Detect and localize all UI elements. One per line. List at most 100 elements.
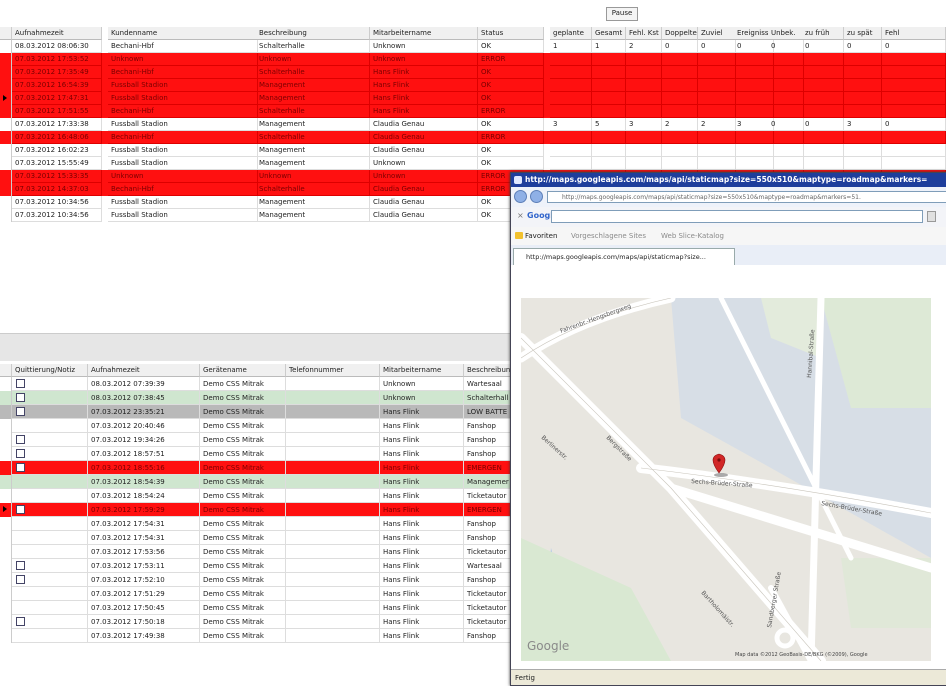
grid-cell[interactable]: Demo CSS Mitrak bbox=[200, 601, 286, 615]
grid-cell[interactable] bbox=[286, 629, 380, 643]
grid-cell[interactable] bbox=[662, 131, 698, 144]
grid-cell[interactable] bbox=[550, 79, 592, 92]
grid-cell[interactable]: 1 bbox=[592, 40, 626, 53]
grid-cell[interactable] bbox=[550, 131, 592, 144]
row-selector[interactable] bbox=[0, 144, 12, 157]
column-header[interactable]: Beschreibung bbox=[256, 27, 370, 40]
acknowledge-checkbox[interactable] bbox=[16, 379, 25, 388]
grid-cell[interactable]: Demo CSS Mitrak bbox=[200, 517, 286, 531]
grid-cell[interactable] bbox=[768, 79, 804, 92]
grid-cell[interactable]: Demo CSS Mitrak bbox=[200, 447, 286, 461]
grid-cell[interactable]: 0 bbox=[882, 118, 946, 131]
row-selector[interactable] bbox=[0, 170, 12, 183]
grid-cell[interactable]: 5 bbox=[592, 118, 626, 131]
grid-cell[interactable]: 07.03.2012 17:33:38 bbox=[12, 118, 102, 131]
row-selector[interactable] bbox=[0, 573, 12, 587]
grid-cell[interactable]: Unknown bbox=[380, 377, 464, 391]
grid-cell[interactable]: 0 bbox=[802, 118, 844, 131]
grid-cell[interactable]: Demo CSS Mitrak bbox=[200, 629, 286, 643]
grid-cell[interactable] bbox=[698, 66, 736, 79]
alarm-row[interactable]: 07.03.2012 17:47:31 Fussball Stadion Manag… bbox=[0, 92, 946, 105]
grid-cell[interactable]: Demo CSS Mitrak bbox=[200, 433, 286, 447]
grid-cell[interactable]: 07.03.2012 18:54:24 bbox=[88, 489, 200, 503]
grid-cell[interactable] bbox=[592, 53, 626, 66]
grid-cell[interactable] bbox=[802, 92, 844, 105]
grid-cell[interactable]: Demo CSS Mitrak bbox=[200, 461, 286, 475]
row-selector[interactable] bbox=[0, 531, 12, 545]
grid-cell[interactable]: Bechani-Hbf bbox=[108, 131, 258, 144]
grid-cell[interactable] bbox=[698, 79, 736, 92]
grid-cell[interactable]: Unknown bbox=[256, 53, 370, 66]
grid-cell[interactable] bbox=[286, 391, 380, 405]
grid-cell[interactable]: Hans Flink bbox=[380, 517, 464, 531]
row-selector[interactable] bbox=[0, 40, 12, 53]
row-selector[interactable] bbox=[0, 629, 12, 643]
grid-cell[interactable] bbox=[698, 144, 736, 157]
grid-cell[interactable]: Claudia Genau bbox=[370, 183, 478, 196]
grid-cell[interactable] bbox=[882, 144, 946, 157]
acknowledge-cell[interactable] bbox=[12, 447, 88, 461]
grid-cell[interactable]: Hans Flink bbox=[380, 405, 464, 419]
grid-cell[interactable]: Hans Flink bbox=[380, 447, 464, 461]
grid-cell[interactable] bbox=[698, 105, 736, 118]
grid-cell[interactable] bbox=[844, 92, 882, 105]
acknowledge-cell[interactable] bbox=[12, 559, 88, 573]
grid-cell[interactable]: 07.03.2012 16:54:39 bbox=[12, 79, 102, 92]
column-header[interactable]: Fehl. Kst bbox=[626, 27, 662, 40]
browser-popup-window[interactable]: http://maps.googleapis.com/maps/api/stat… bbox=[510, 172, 946, 686]
grid-cell[interactable]: 07.03.2012 17:53:11 bbox=[88, 559, 200, 573]
grid-cell[interactable]: Management bbox=[256, 196, 370, 209]
grid-cell[interactable]: Unknown bbox=[108, 170, 258, 183]
grid-cell[interactable] bbox=[286, 433, 380, 447]
grid-cell[interactable]: Bechani-Hbf bbox=[108, 105, 258, 118]
grid-cell[interactable] bbox=[844, 131, 882, 144]
grid-cell[interactable] bbox=[286, 503, 380, 517]
grid-cell[interactable]: Schalterhalle bbox=[256, 105, 370, 118]
grid-cell[interactable]: OK bbox=[478, 66, 544, 79]
web-slice-link[interactable]: Web Slice-Katalog bbox=[661, 227, 724, 245]
grid-cell[interactable]: Demo CSS Mitrak bbox=[200, 377, 286, 391]
acknowledge-cell[interactable] bbox=[12, 503, 88, 517]
alarm-row[interactable]: 07.03.2012 17:53:52 Unknown Unknown Unknown… bbox=[0, 53, 946, 66]
column-header[interactable]: Mitarbeitername bbox=[370, 27, 478, 40]
grid-cell[interactable]: Hans Flink bbox=[380, 433, 464, 447]
grid-cell[interactable]: ERROR bbox=[478, 131, 544, 144]
grid-cell[interactable]: 07.03.2012 17:51:55 bbox=[12, 105, 102, 118]
grid-cell[interactable] bbox=[626, 79, 662, 92]
grid-cell[interactable]: 3 bbox=[626, 118, 662, 131]
grid-cell[interactable] bbox=[286, 545, 380, 559]
grid-cell[interactable]: 07.03.2012 17:52:10 bbox=[88, 573, 200, 587]
acknowledge-checkbox[interactable] bbox=[16, 617, 25, 626]
grid-cell[interactable] bbox=[882, 157, 946, 170]
row-selector[interactable] bbox=[0, 209, 12, 222]
column-header[interactable]: Doppelte bbox=[662, 27, 698, 40]
row-selector[interactable] bbox=[0, 131, 12, 144]
column-header[interactable]: Fehl bbox=[882, 27, 946, 40]
alarm-row[interactable]: 07.03.2012 17:51:55 Bechani-Hbf Schalterha… bbox=[0, 105, 946, 118]
grid-cell[interactable]: Hans Flink bbox=[380, 615, 464, 629]
grid-cell[interactable]: 3 bbox=[550, 118, 592, 131]
acknowledge-checkbox[interactable] bbox=[16, 393, 25, 402]
row-selector[interactable] bbox=[0, 559, 12, 573]
grid-cell[interactable] bbox=[802, 66, 844, 79]
grid-cell[interactable]: Hans Flink bbox=[380, 629, 464, 643]
grid-cell[interactable] bbox=[768, 157, 804, 170]
alarm-row[interactable]: 07.03.2012 16:02:23 Fussball Stadion Manag… bbox=[0, 144, 946, 157]
acknowledge-checkbox[interactable] bbox=[16, 407, 25, 416]
alarm-row[interactable]: 07.03.2012 17:35:49 Bechani-Hbf Schalterha… bbox=[0, 66, 946, 79]
grid-cell[interactable]: Hans Flink bbox=[370, 92, 478, 105]
grid-cell[interactable]: 07.03.2012 10:34:56 bbox=[12, 196, 102, 209]
grid-cell[interactable]: Demo CSS Mitrak bbox=[200, 615, 286, 629]
grid-cell[interactable]: Hans Flink bbox=[380, 587, 464, 601]
grid-cell[interactable]: Hans Flink bbox=[380, 545, 464, 559]
grid-cell[interactable] bbox=[550, 66, 592, 79]
grid-cell[interactable] bbox=[592, 92, 626, 105]
acknowledge-cell[interactable] bbox=[12, 573, 88, 587]
grid-cell[interactable] bbox=[592, 131, 626, 144]
grid-cell[interactable]: 0 bbox=[802, 40, 844, 53]
grid-cell[interactable]: 0 bbox=[882, 40, 946, 53]
grid-cell[interactable] bbox=[882, 79, 946, 92]
grid-cell[interactable] bbox=[592, 157, 626, 170]
grid-cell[interactable] bbox=[882, 66, 946, 79]
alarm-row[interactable]: 07.03.2012 15:55:49 Fussball Stadion Manag… bbox=[0, 157, 946, 170]
